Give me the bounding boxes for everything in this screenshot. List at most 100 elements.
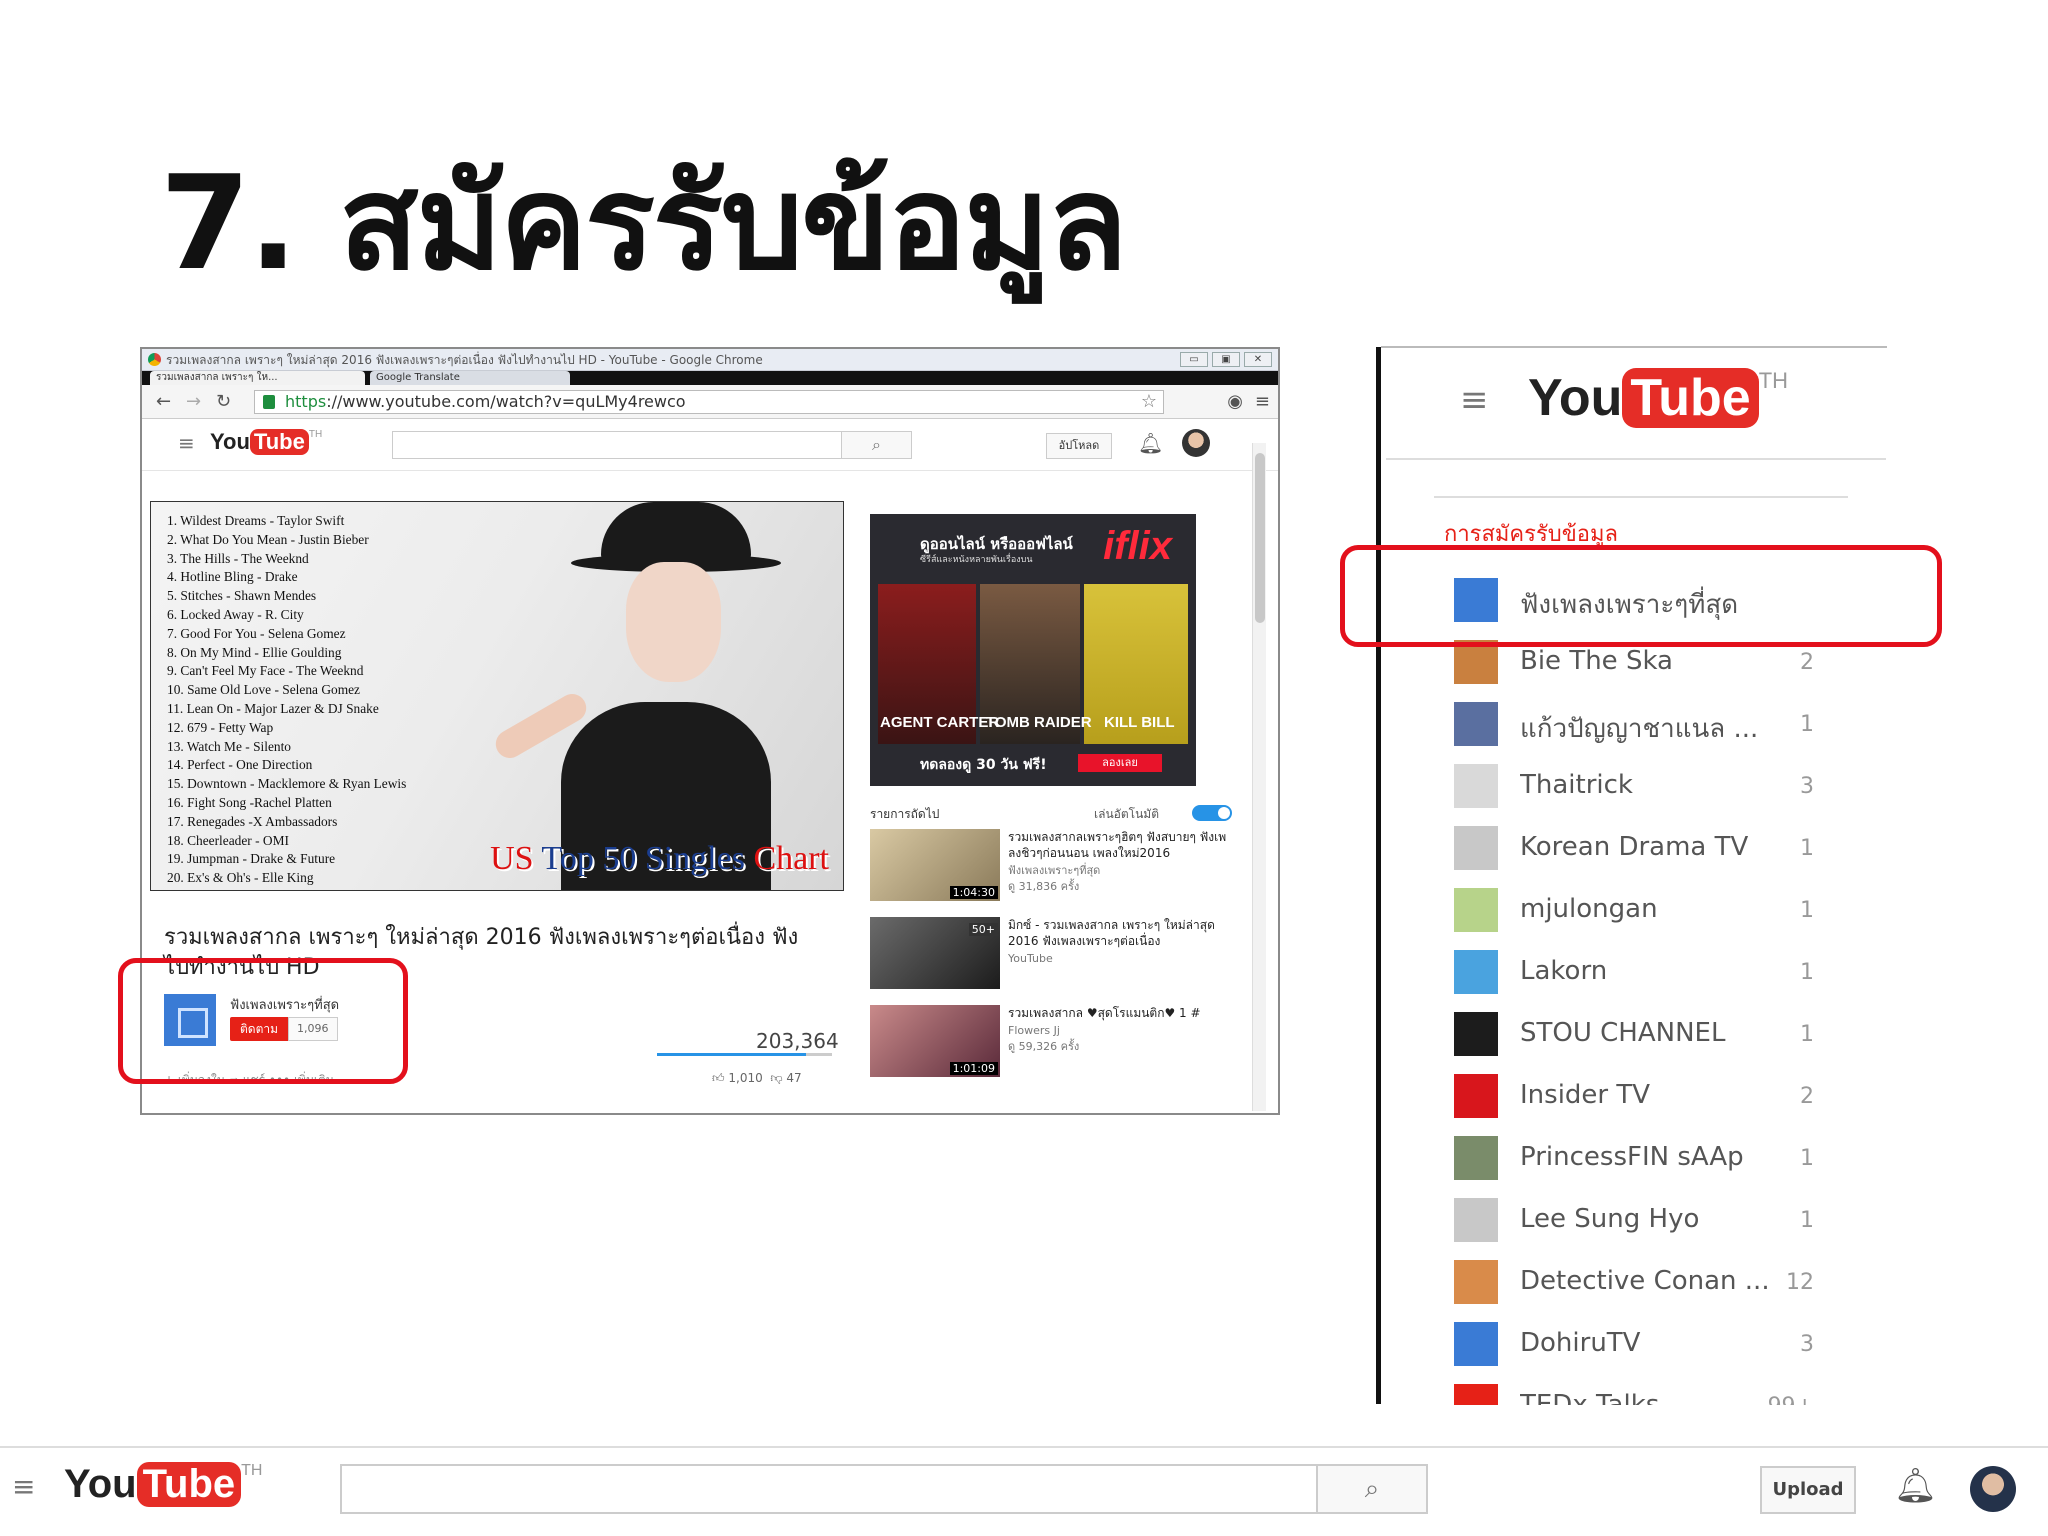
search-icon[interactable]: ⌕: [1316, 1466, 1426, 1512]
related-title[interactable]: รวมเพลงสากลเพราะๆฮิตๆ ฟังสบายๆ ฟังเพลงชิ…: [1008, 829, 1228, 861]
subscription-count: 12: [1786, 1270, 1814, 1295]
subscription-item[interactable]: TEDx Talks 99+: [1450, 1376, 1830, 1405]
youtube-logo[interactable]: You Tube TH: [210, 429, 322, 455]
track-line: 20. Ex's & Oh's - Elle King: [167, 870, 314, 886]
channel-icon: [1454, 1322, 1498, 1366]
like-dislike[interactable]: 👍︎ 1,010 👎︎ 47: [712, 1071, 802, 1086]
avatar[interactable]: [1970, 1466, 2016, 1512]
video-player[interactable]: 1. Wildest Dreams - Taylor Swift 2. What …: [150, 501, 844, 891]
slide-title: 7. สมัครรับข้อมูล: [160, 147, 1128, 299]
notification-bell-icon[interactable]: 🔔︎: [1138, 431, 1163, 455]
related-title[interactable]: รวมเพลงสากล ♥สุดโรแมนติก♥ 1 #: [1008, 1005, 1228, 1021]
bookmark-star-icon[interactable]: ☆: [1141, 391, 1157, 413]
subscription-count: 3: [1800, 1332, 1814, 1357]
logo-you: You: [64, 1462, 137, 1506]
track-line: 17. Renegades -X Ambassadors: [167, 813, 338, 829]
thumbs-down-icon[interactable]: 👎︎: [770, 1071, 782, 1085]
related-video[interactable]: 1:01:09 รวมเพลงสากล ♥สุดโรแมนติก♥ 1 # Fl…: [870, 1005, 1230, 1081]
track-line: 12. 679 - Fetty Wap: [167, 719, 274, 735]
up-next-heading: รายการถัดไป: [870, 807, 940, 821]
subscription-item[interactable]: Lee Sung Hyo 1: [1450, 1190, 1830, 1252]
guide-menu-icon[interactable]: ≡: [178, 431, 195, 455]
subscription-count: 1: [1800, 1208, 1814, 1233]
subscription-label: Korean Drama TV: [1520, 832, 1749, 862]
track-line: 2. What Do You Mean - Justin Bieber: [167, 531, 369, 547]
thumbs-up-icon[interactable]: 👍︎: [712, 1071, 725, 1085]
subscription-item[interactable]: แก้วปัญญาชาแนล ... 1: [1450, 694, 1830, 756]
notification-bell-icon[interactable]: 🔔︎: [1894, 1466, 1937, 1506]
extension-icon[interactable]: ◉: [1227, 391, 1243, 412]
subscription-label: mjulongan: [1520, 894, 1658, 924]
forward-arrow-icon[interactable]: →: [186, 391, 201, 412]
reload-icon[interactable]: ↻: [216, 391, 231, 412]
subscription-item[interactable]: Thaitrick 3: [1450, 756, 1830, 818]
logo-you: You: [210, 429, 250, 454]
track-line: 14. Perfect - One Direction: [167, 757, 313, 773]
track-line: 13. Watch Me - Silento: [167, 738, 292, 754]
track-line: 10. Same Old Love - Selena Gomez: [167, 682, 360, 698]
search-input[interactable]: ⌕: [392, 431, 912, 459]
maximize-icon[interactable]: ▣: [1212, 352, 1240, 367]
related-thumbnail[interactable]: 1:04:30: [870, 829, 1000, 901]
close-icon[interactable]: ✕: [1244, 352, 1272, 367]
address-bar[interactable]: https://www.youtube.com/watch?v=quLMy4re…: [254, 390, 1164, 414]
subscription-item[interactable]: Korean Drama TV 1: [1450, 818, 1830, 880]
minimize-icon[interactable]: ▭: [1180, 352, 1208, 367]
guide-menu-icon[interactable]: ≡: [12, 1470, 35, 1503]
avatar[interactable]: [1182, 429, 1210, 457]
back-arrow-icon[interactable]: ←: [156, 391, 171, 412]
upload-button[interactable]: อัปโหลด: [1046, 433, 1112, 459]
related-duration: 50+: [968, 923, 998, 936]
ad-cta-button[interactable]: ลองเลย: [1078, 754, 1162, 772]
channel-icon: [1454, 1198, 1498, 1242]
subscription-label: PrincessFIN sAAp: [1520, 1142, 1744, 1172]
track-line: 7. Good For You - Selena Gomez: [167, 625, 346, 641]
related-views: ดู 31,836 ครั้ง: [1008, 880, 1080, 893]
video-thumbnail-singer: [451, 502, 811, 890]
channel-icon: [1454, 826, 1498, 870]
guide-menu-icon[interactable]: ≡: [1460, 380, 1489, 420]
subscription-count: 99+: [1768, 1394, 1814, 1405]
upload-button[interactable]: Upload: [1760, 1466, 1856, 1514]
youtube-logo[interactable]: You Tube TH: [64, 1462, 262, 1507]
subscription-label: Lee Sung Hyo: [1520, 1204, 1700, 1234]
lock-icon: [263, 395, 275, 409]
logo-region: TH: [1758, 368, 1789, 393]
related-thumbnail[interactable]: 50+: [870, 917, 1000, 989]
search-icon[interactable]: ⌕: [841, 432, 911, 458]
subscription-item[interactable]: Insider TV 2: [1450, 1066, 1830, 1128]
search-input[interactable]: ⌕: [340, 1464, 1428, 1514]
tab-youtube[interactable]: รวมเพลงสากล เพราะๆ ให...: [150, 371, 365, 385]
tab-bar: รวมเพลงสากล เพราะๆ ให... Google Translat…: [142, 371, 1278, 385]
subscription-item[interactable]: PrincessFIN sAAp 1: [1450, 1128, 1830, 1190]
like-ratio-bar: [657, 1053, 832, 1056]
channel-icon: [1454, 1260, 1498, 1304]
related-thumbnail[interactable]: 1:01:09: [870, 1005, 1000, 1077]
channel-icon: [1454, 1074, 1498, 1118]
subscription-item[interactable]: Detective Conan ... 12: [1450, 1252, 1830, 1314]
related-title[interactable]: มิกซ์ - รวมเพลงสากล เพราะๆ ใหม่ล่าสุด 20…: [1008, 917, 1228, 949]
subscription-item[interactable]: DohiruTV 3: [1450, 1314, 1830, 1376]
subscription-label: TEDx Talks: [1520, 1390, 1660, 1405]
autoplay-toggle[interactable]: [1192, 805, 1232, 821]
related-channel: Flowers Jj: [1008, 1024, 1060, 1037]
related-video[interactable]: 1:04:30 รวมเพลงสากลเพราะๆฮิตๆ ฟังสบายๆ ฟ…: [870, 829, 1230, 905]
subscription-item[interactable]: STOU CHANNEL 1: [1450, 1004, 1830, 1066]
subscription-count: 1: [1800, 1022, 1814, 1047]
window-title-bar: รวมเพลงสากล เพราะๆ ใหม่ล่าสุด 2016 ฟังเพ…: [142, 349, 1278, 371]
chrome-menu-icon[interactable]: ≡: [1255, 391, 1270, 412]
youtube-logo[interactable]: You Tube TH: [1528, 368, 1788, 428]
ad-banner[interactable]: ดูออนไลน์ หรือออฟไลน์ ซีรีส์และหนังหลายพ…: [870, 514, 1196, 786]
track-line: 5. Stitches - Shawn Mendes: [167, 588, 317, 604]
logo-region: TH: [241, 1462, 263, 1479]
scrollbar-thumb[interactable]: [1255, 453, 1265, 623]
tab-google-translate[interactable]: Google Translate: [370, 371, 570, 385]
channel-icon: [1454, 764, 1498, 808]
channel-icon: [1454, 1384, 1498, 1405]
related-video[interactable]: 50+ มิกซ์ - รวมเพลงสากล เพราะๆ ใหม่ล่าสุ…: [870, 917, 1230, 993]
subscription-label: DohiruTV: [1520, 1328, 1641, 1358]
subscription-item[interactable]: mjulongan 1: [1450, 880, 1830, 942]
divider: [1434, 496, 1848, 498]
subscription-item[interactable]: Lakorn 1: [1450, 942, 1830, 1004]
scrollbar[interactable]: [1252, 443, 1266, 1111]
